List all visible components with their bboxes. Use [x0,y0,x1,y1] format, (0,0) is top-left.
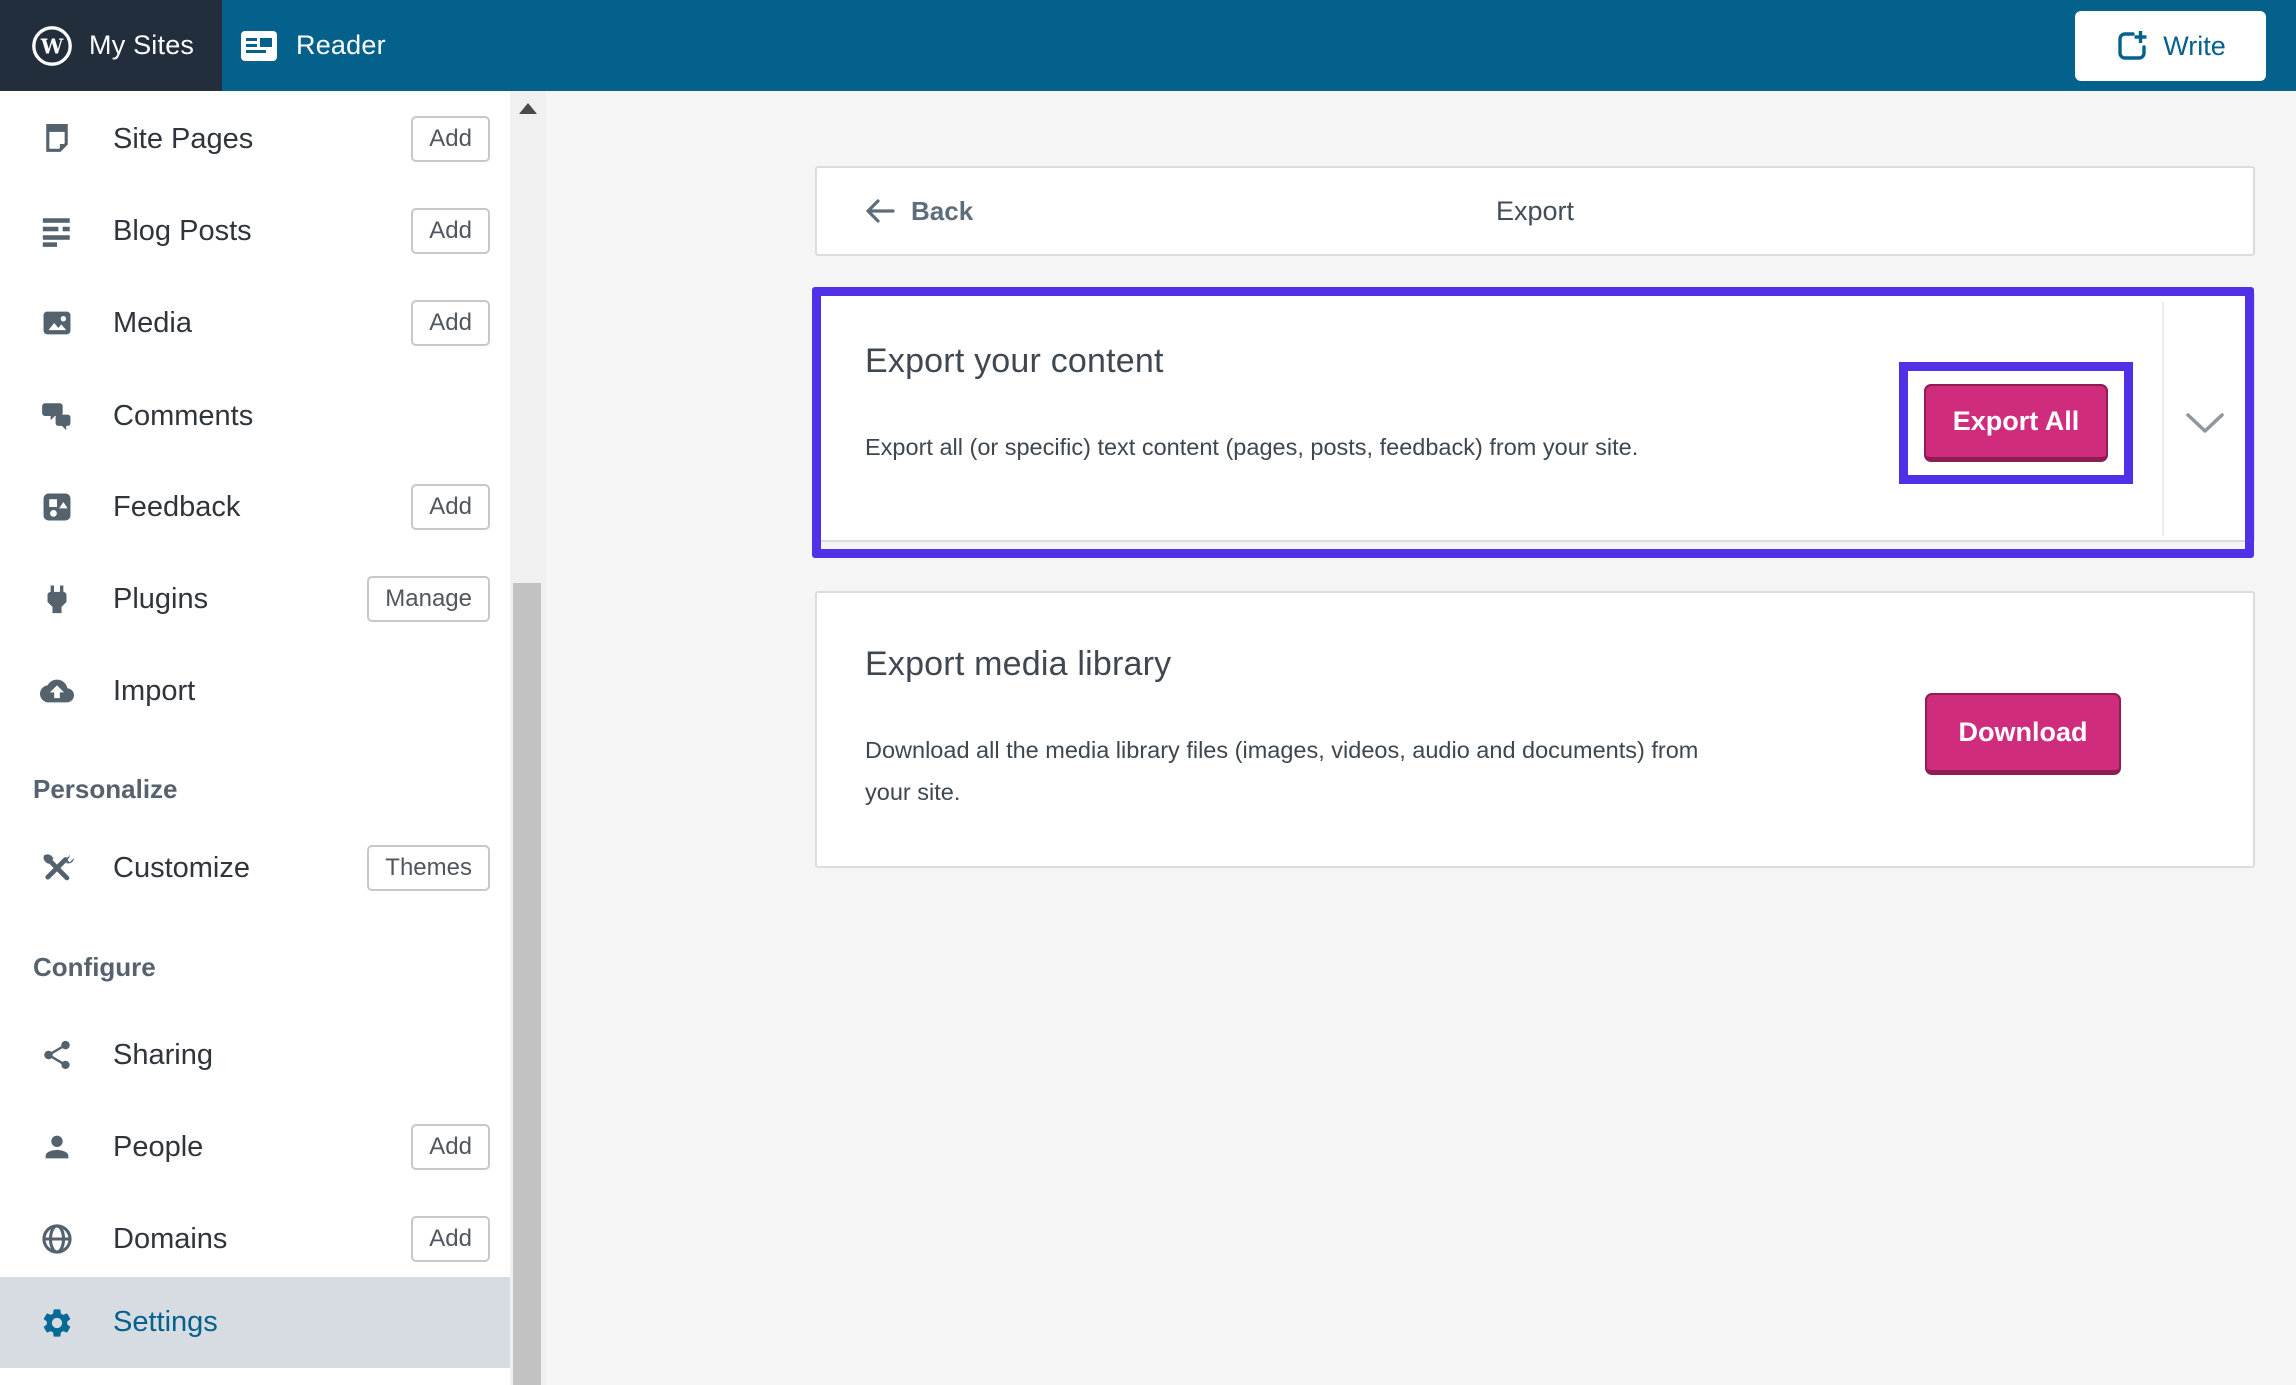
download-button[interactable]: Download [1925,693,2121,775]
sidebar-item-label: Site Pages [113,122,254,155]
chevron-down-icon[interactable] [2185,412,2225,436]
import-icon [40,674,74,708]
sidebar-item-domains[interactable]: Domains Add [0,1193,510,1285]
add-button[interactable]: Add [411,300,490,346]
sidebar-item-settings[interactable]: Settings [0,1277,510,1368]
domains-icon [40,1222,74,1256]
sidebar-item-sharing[interactable]: Sharing [0,1009,510,1101]
sidebar-item-plugins[interactable]: Plugins Manage [0,553,510,645]
my-sites-label: My Sites [89,30,195,60]
sidebar-item-label: Settings [113,1306,218,1338]
sidebar-item-label: Blog Posts [113,214,252,247]
export-header-card: Back Export [815,166,2255,256]
sidebar-item-blog-posts[interactable]: Blog Posts Add [0,185,510,277]
sidebar-item-label: Plugins [113,582,209,615]
export-media-title: Export media library [865,645,1172,683]
add-button[interactable]: Add [411,1124,490,1170]
export-content-title: Export your content [865,342,1164,380]
manage-button[interactable]: Manage [367,576,490,622]
gear-icon [40,1306,74,1340]
plugin-icon [40,582,74,616]
posts-icon [40,214,74,248]
export-content-description: Export all (or specific) text content (p… [865,434,1639,460]
scrollbar-thumb[interactable] [513,583,541,1385]
sidebar-item-label: Feedback [113,490,241,523]
sidebar-item-label: Media [113,306,192,339]
add-button[interactable]: Add [411,116,490,162]
sidebar-item-people[interactable]: People Add [0,1101,510,1193]
customize-icon [40,851,74,885]
sidebar-item-media[interactable]: Media Add [0,277,510,369]
scroll-up-arrow-icon[interactable] [519,103,537,114]
reader-label: Reader [296,30,386,60]
add-button[interactable]: Add [411,1216,490,1262]
sidebar-section-personalize: Personalize [33,774,178,804]
export-all-highlight-box: Export All [1899,362,2133,484]
export-media-description: Download all the media library files (im… [865,737,1699,805]
export-all-button[interactable]: Export All [1924,384,2108,462]
sidebar-item-feedback[interactable]: Feedback Add [0,461,510,553]
add-button[interactable]: Add [411,484,490,530]
sidebar-item-customize[interactable]: Customize Themes [0,822,510,914]
media-icon [40,306,74,340]
write-label: Write [2163,30,2226,61]
sidebar-item-import[interactable]: Import [0,645,510,737]
reader-icon [241,30,277,61]
page-icon [40,122,74,156]
export-media-card: Export media library Download all the me… [815,591,2255,868]
write-button[interactable]: Write [2075,11,2266,81]
themes-button[interactable]: Themes [367,845,490,891]
sidebar-section-configure: Configure [33,952,156,982]
wordpress-admin-screen: W My Sites Reader Write Site Pages Add B… [0,0,2296,1385]
svg-text:W: W [40,34,64,58]
sidebar-scrollbar[interactable] [510,91,546,1385]
sidebar-item-label: Import [113,674,196,707]
sidebar-item-label: People [113,1130,204,1163]
feedback-icon [40,490,74,524]
main-content: Back Export Export your content Export a… [546,91,2296,1385]
sidebar: Site Pages Add Blog Posts Add Media Add [0,91,510,1385]
people-icon [40,1130,74,1164]
comments-icon [40,399,74,433]
masterbar: W My Sites Reader Write [0,0,2296,91]
my-sites-menu[interactable]: W My Sites [0,0,222,91]
sidebar-item-label: Domains [113,1222,228,1255]
page-title: Export [1495,195,1575,226]
sidebar-item-label: Customize [113,851,250,884]
add-button[interactable]: Add [411,208,490,254]
sharing-icon [40,1038,74,1072]
sidebar-item-site-pages[interactable]: Site Pages Add [0,93,510,185]
reader-menu[interactable]: Reader [240,0,386,91]
sidebar-item-label: Comments [113,399,254,432]
write-icon [2118,31,2147,60]
card-divider [2162,302,2164,536]
export-content-card: Export your content Export all (or speci… [815,292,2255,542]
sidebar-item-label: Sharing [113,1038,213,1071]
sidebar-item-comments[interactable]: Comments [0,370,510,462]
wordpress-logo-icon: W [32,25,72,66]
